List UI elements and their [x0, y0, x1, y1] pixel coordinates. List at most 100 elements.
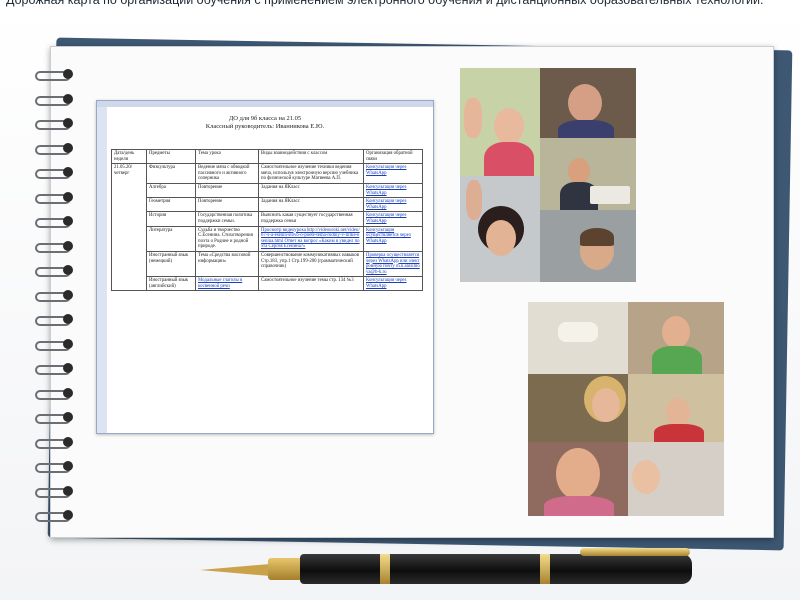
woman-face [592, 388, 620, 422]
hand [466, 180, 482, 220]
ring-hole [63, 510, 73, 520]
collage2-tile-woman-glasses [528, 442, 628, 516]
ring-hole [63, 240, 73, 251]
pen-nib [200, 564, 270, 576]
subject-cell: Литература [146, 225, 196, 252]
feedback-cell[interactable]: Консультация через WhatsApp [363, 211, 423, 227]
ring-hole [63, 412, 73, 422]
spiral-ring [33, 509, 77, 522]
col-header-date: Дата/день недели [111, 148, 147, 165]
topic-cell: Ведение мяча с обводкой пассивного и акт… [195, 163, 259, 184]
date-cell: 21.05.20/ четверг [111, 163, 147, 292]
feedback-cell[interactable]: Консультация осуществляется через WhatsA… [363, 225, 423, 252]
ring-hole [63, 314, 73, 324]
girl-face [494, 108, 524, 144]
topic-cell: Модальные глаголы в косвенной речи [195, 276, 259, 292]
spiral-binding [33, 68, 81, 538]
table-row: Иностранный язык (английский) Модальные … [112, 276, 423, 292]
spiral-ring [33, 166, 77, 179]
feedback-cell[interactable]: Консультация через WhatsApp [363, 276, 423, 292]
spiral-ring [33, 191, 77, 204]
subject-cell: Физкультура [146, 163, 196, 184]
slide-title: Дорожная карта по организации обучения с… [6, 0, 764, 7]
schedule-document: ДО для 9б класса на 21.05 Классный руков… [96, 100, 434, 434]
spiral-ring [33, 264, 77, 277]
ceiling-lamp [558, 322, 598, 342]
subject-cell: Иностранный язык (английский) [146, 276, 196, 292]
topic-cell: Тема «Средства массовой информации» [195, 250, 259, 278]
col-header-feedback: Организация обратной связи [363, 148, 423, 165]
spiral-ring [33, 313, 77, 326]
collage2-tile-room-ceiling [528, 302, 628, 374]
pen-clip [580, 548, 690, 556]
document-toolbar [97, 101, 433, 107]
woman-body [544, 496, 614, 516]
raised-hand [464, 98, 482, 138]
subject-cell: Иностранный язык (немецкий) [146, 250, 196, 278]
document-margin [97, 107, 107, 433]
subject-cell: Алгебра [146, 182, 196, 199]
table-row: Иностранный язык (немецкий) Тема «Средст… [112, 250, 423, 278]
ring-hole [63, 387, 73, 398]
pen-band [380, 554, 390, 584]
document-title-line2: Классный руководитель: Иванникова Е.Ю. [205, 123, 325, 130]
laptop [590, 186, 630, 204]
ring-hole [63, 265, 73, 275]
girl-face [486, 220, 516, 256]
col-header-topic: Тема урока [195, 148, 259, 165]
spiral-ring [33, 289, 77, 302]
spiral-ring [33, 68, 77, 81]
boy-face [666, 398, 690, 426]
fountain-pen-icon [200, 548, 700, 592]
table-header-row: Дата/день недели Предметы Тема урока Вид… [111, 148, 423, 165]
boy-hair [580, 228, 614, 246]
ring-hole [63, 485, 73, 496]
collage2-tile-boy-green-shirt [628, 302, 724, 374]
feedback-cell[interactable]: Консультация через WhatsApp [363, 197, 423, 213]
ring-hole [63, 289, 73, 300]
topic-cell: Государственная политика поддержки семьи… [195, 211, 259, 227]
spiral-ring [33, 142, 77, 155]
spiral-ring [33, 436, 77, 449]
spiral-ring [33, 215, 77, 228]
spiral-ring [33, 485, 77, 498]
col-header-subject: Предметы [146, 148, 196, 165]
feedback-cell[interactable]: Консультация через WhatsApp [363, 182, 423, 199]
topic-cell: Повторение [195, 197, 259, 213]
boy-face [568, 158, 590, 184]
boy-body [652, 346, 702, 374]
collage1-tile-girl-hand [460, 176, 540, 282]
ring-hole [63, 363, 73, 373]
topic-cell: Повторение [195, 182, 259, 199]
pen-band [540, 554, 550, 584]
ring-hole [63, 69, 73, 79]
spiral-ring [33, 93, 77, 106]
teacher-body [558, 120, 614, 138]
spiral-ring [33, 362, 77, 375]
ring-hole [63, 461, 73, 471]
interaction-cell[interactable]: Просмотр видеоурока http://videouroki.ne… [258, 225, 364, 252]
ring-hole [63, 338, 73, 349]
boy-body [654, 424, 704, 442]
pen-grip [268, 558, 302, 580]
ring-hole [63, 118, 73, 128]
ring-hole [63, 167, 73, 177]
slide-header: Дорожная карта по организации обучения с… [0, 0, 800, 38]
subject-cell: История [146, 211, 196, 227]
collage2-tile-woman-blonde [528, 374, 628, 442]
ring-hole [63, 436, 73, 447]
topic-cell: Судьба и творчество С.Есенина. Стихотвор… [195, 225, 259, 252]
interaction-cell: Задания на ЯКласс [258, 182, 364, 199]
spiral-ring [33, 117, 77, 130]
subject-cell: Геометрия [146, 197, 196, 213]
pen-barrel [300, 554, 692, 584]
collage1-tile-boy-laptop [540, 138, 636, 210]
boy-face [662, 316, 690, 348]
teacher-face [568, 84, 602, 122]
feedback-cell[interactable]: Консультация через WhatsApp [363, 163, 423, 184]
interaction-cell: Самостоятельное изучение темы стр. 134 №… [258, 276, 364, 292]
ring-hole [63, 142, 73, 153]
interaction-cell: Самостоятельное изучение техники ведения… [258, 163, 364, 184]
collage2-tile-boy-red-shirt [628, 374, 724, 442]
feedback-cell[interactable]: Проверка осуществляется через WhatsApp и… [363, 250, 423, 278]
